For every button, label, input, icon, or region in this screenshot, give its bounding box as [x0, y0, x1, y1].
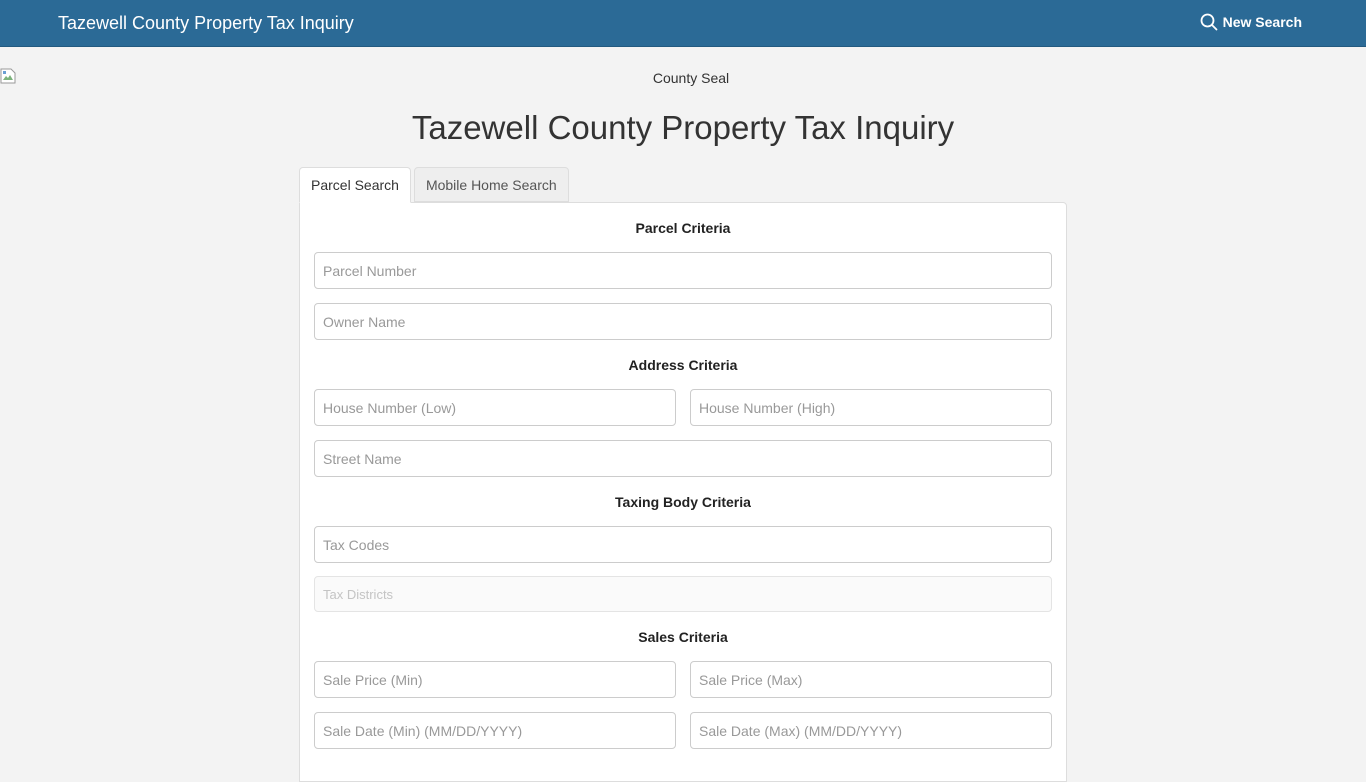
search-form-panel: Parcel Criteria Address Criteria Taxing … — [299, 202, 1067, 782]
sale-price-min-input[interactable] — [314, 661, 676, 698]
street-name-input[interactable] — [314, 440, 1052, 477]
page-title: Tazewell County Property Tax Inquiry — [411, 109, 955, 146]
tax-codes-input[interactable] — [314, 526, 1052, 563]
county-seal-image: County Seal — [652, 70, 730, 86]
tab-parcel-search[interactable]: Parcel Search — [299, 167, 411, 203]
parcel-number-input[interactable] — [314, 252, 1052, 289]
sale-price-max-input[interactable] — [690, 661, 1052, 698]
brand-title[interactable]: Tazewell County Property Tax Inquiry — [58, 12, 354, 34]
taxing-body-criteria-heading: Taxing Body Criteria — [615, 494, 751, 510]
house-number-high-input[interactable] — [690, 389, 1052, 426]
top-navbar: Tazewell County Property Tax Inquiry New… — [0, 0, 1366, 47]
address-criteria-heading: Address Criteria — [628, 357, 738, 373]
search-tabs: Parcel Search Mobile Home Search — [299, 167, 572, 203]
owner-name-input[interactable] — [314, 303, 1052, 340]
sales-criteria-heading: Sales Criteria — [638, 629, 728, 645]
tax-districts-input — [314, 576, 1052, 612]
house-number-low-input[interactable] — [314, 389, 676, 426]
tab-mobile-home-search[interactable]: Mobile Home Search — [413, 167, 569, 202]
search-icon — [1200, 13, 1218, 31]
parcel-criteria-heading: Parcel Criteria — [635, 220, 731, 236]
sale-date-min-input[interactable] — [314, 712, 676, 749]
new-search-button[interactable]: New Search — [1200, 13, 1302, 31]
new-search-label: New Search — [1222, 14, 1302, 30]
sale-date-max-input[interactable] — [690, 712, 1052, 749]
